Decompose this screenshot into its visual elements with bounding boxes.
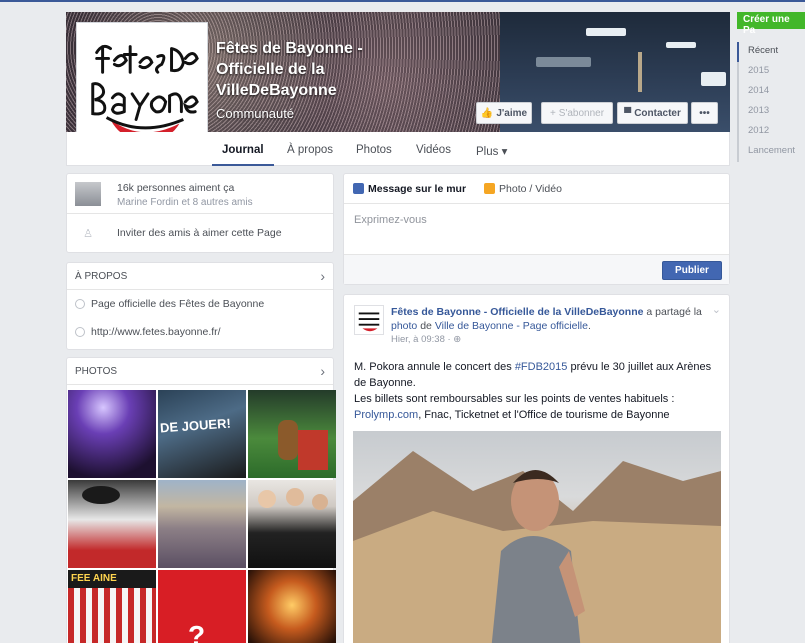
shared-photo-link[interactable]: photo — [391, 320, 417, 332]
post-body: M. Pokora annule le concert des #FDB2015… — [354, 361, 712, 421]
year-2015[interactable]: 2015 — [739, 62, 795, 82]
pencil-icon — [353, 183, 364, 194]
post-author-avatar[interactable] — [354, 305, 384, 335]
chevron-right-icon: › — [320, 363, 325, 379]
post-photo[interactable] — [353, 431, 721, 643]
hashtag-link[interactable]: #FDB2015 — [515, 361, 568, 373]
timeline-year-list: Récent 2015 2014 2013 2012 Lancement — [737, 42, 795, 162]
photo-thumbnail[interactable] — [248, 480, 336, 568]
year-recent[interactable]: Récent — [737, 42, 795, 62]
photo-thumbnail[interactable] — [248, 390, 336, 478]
year-launch[interactable]: Lancement — [739, 142, 795, 162]
friends-avatar[interactable] — [75, 182, 101, 206]
status-input[interactable]: Exprimez-vous — [344, 204, 729, 254]
page-category[interactable]: Communauté — [216, 106, 294, 121]
likes-count[interactable]: 16k personnes aiment ça — [117, 182, 253, 194]
post-timestamp[interactable]: Hier, à 09:38 · ⊕ — [391, 333, 711, 347]
tab-photos[interactable]: Photos — [356, 144, 392, 156]
top-bar — [0, 0, 805, 12]
more-button[interactable]: ••• — [691, 102, 718, 124]
prolymp-link[interactable]: Prolymp.com — [354, 409, 418, 421]
page-tabs — [66, 132, 730, 166]
cover-lamp — [638, 52, 642, 92]
year-2013[interactable]: 2013 — [739, 102, 795, 122]
post-author-link[interactable]: Fêtes de Bayonne - Officielle de la Vill… — [391, 306, 643, 318]
photo-thumbnail[interactable] — [68, 390, 156, 478]
feed-post: Fêtes de Bayonne - Officielle de la Vill… — [343, 294, 730, 643]
publish-button[interactable]: Publier — [662, 261, 722, 280]
active-tab-indicator — [212, 164, 274, 166]
photo-thumbnail[interactable]: FEE AINE — [68, 570, 156, 643]
tab-more[interactable]: Plus ▾ — [476, 144, 507, 158]
chevron-right-icon: › — [320, 268, 325, 284]
website-link[interactable]: http://www.fetes.bayonne.fr/ — [91, 326, 221, 338]
year-2012[interactable]: 2012 — [739, 122, 795, 142]
create-page-button[interactable]: Créer une Pa — [737, 12, 805, 36]
photo-thumbnail[interactable] — [248, 570, 336, 643]
photo-grid: DE JOUER! FEE AINE ? — [68, 390, 336, 643]
cover-boat — [586, 28, 626, 36]
about-description: Page officielle des Fêtes de Bayonne — [91, 298, 265, 310]
year-2014[interactable]: 2014 — [739, 82, 795, 102]
tab-about[interactable]: À propos — [287, 144, 333, 156]
chevron-down-icon[interactable]: ⌄ — [712, 303, 721, 316]
globe-icon — [75, 327, 85, 337]
photo-thumbnail[interactable] — [68, 480, 156, 568]
about-box: À PROPOS › Page officielle des Fêtes de … — [66, 262, 334, 350]
plus-icon: + — [549, 107, 556, 119]
cover-boat — [701, 72, 726, 86]
tab-videos[interactable]: Vidéos — [416, 144, 451, 156]
desert-portrait-image — [353, 451, 721, 643]
page-title[interactable]: Fêtes de Bayonne - Officielle de la Vill… — [216, 38, 416, 101]
photo-thumbnail[interactable]: ? — [158, 570, 246, 643]
invite-icon: ♙ — [83, 227, 93, 240]
friends-who-like[interactable]: Marine Fordin et 8 autres amis — [117, 197, 253, 208]
post-header: Fêtes de Bayonne - Officielle de la Vill… — [391, 305, 711, 347]
shared-from-link[interactable]: Ville de Bayonne - Page officielle — [435, 320, 588, 332]
fetes-de-bayonne-logo — [358, 312, 380, 332]
thumbs-up-icon: 👍 — [480, 107, 494, 119]
photos-header[interactable]: PHOTOS › — [67, 358, 333, 385]
subscribe-button[interactable]: + S'abonner — [541, 102, 613, 124]
message-icon: ▀ — [624, 107, 632, 119]
cover-boat — [666, 42, 696, 48]
cover-boat — [536, 57, 591, 67]
invite-friends-link[interactable]: Inviter des amis à aimer cette Page — [117, 227, 282, 239]
likes-box: 16k personnes aiment ça Marine Fordin et… — [66, 173, 334, 253]
tab-journal[interactable]: Journal — [222, 144, 264, 156]
post-composer: Message sur le mur Photo / Vidéo Exprime… — [343, 173, 730, 285]
like-button[interactable]: 👍 J'aime — [476, 102, 532, 124]
tab-photo-video[interactable]: Photo / Vidéo — [484, 183, 562, 195]
tab-status[interactable]: Message sur le mur — [353, 183, 466, 195]
info-icon — [75, 299, 85, 309]
contact-button[interactable]: ▀ Contacter — [617, 102, 688, 124]
composer-footer: Publier — [344, 254, 729, 284]
photo-thumbnail[interactable] — [158, 480, 246, 568]
about-header[interactable]: À PROPOS › — [67, 263, 333, 290]
photos-box: PHOTOS › DE JOUER! FEE AINE ? — [66, 357, 336, 643]
photo-thumbnail[interactable]: DE JOUER! — [158, 390, 246, 478]
photo-icon — [484, 183, 496, 194]
